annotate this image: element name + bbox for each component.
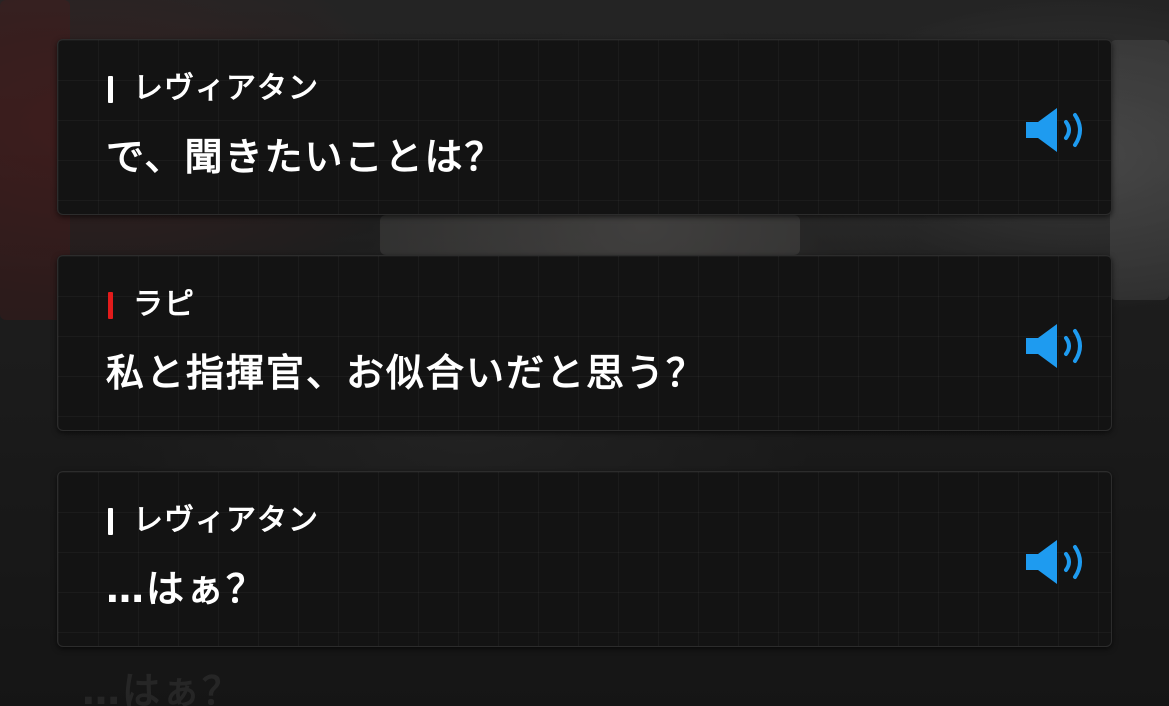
voice-replay-button[interactable] — [1024, 321, 1090, 371]
speaker-marker — [108, 291, 113, 319]
speaker-marker — [108, 75, 113, 103]
voice-replay-button[interactable] — [1024, 537, 1090, 587]
voice-replay-button[interactable] — [1024, 105, 1090, 155]
speaker-name: ラピ — [133, 287, 195, 322]
speaker-volume-icon — [1026, 540, 1082, 584]
speaker-marker — [108, 507, 113, 535]
speaker-name: レヴィアタン — [133, 503, 319, 538]
dialogue-text: で、聞きたいことは？ — [106, 135, 505, 179]
dialogue-log-screen: …はぁ？ レヴィアタン で、聞きたいことは？ ラピ 私と指揮官、お似合いだと思う… — [0, 0, 1169, 706]
dialogue-text: 私と指揮官、お似合いだと思う？ — [106, 351, 707, 395]
background-dialogue-text: …はぁ？ — [82, 669, 243, 706]
speaker-row: ラピ — [108, 287, 195, 323]
speaker-row: レヴィアタン — [108, 71, 319, 107]
speaker-row: レヴィアタン — [108, 503, 319, 539]
log-entry: レヴィアタン で、聞きたいことは？ — [57, 39, 1112, 215]
log-entry: レヴィアタン …はぁ？ — [57, 471, 1112, 647]
speaker-volume-icon — [1026, 324, 1082, 368]
speaker-volume-icon — [1026, 108, 1082, 152]
speaker-name: レヴィアタン — [133, 71, 319, 106]
log-entry: ラピ 私と指揮官、お似合いだと思う？ — [57, 255, 1112, 431]
dialogue-text: …はぁ？ — [106, 567, 267, 611]
